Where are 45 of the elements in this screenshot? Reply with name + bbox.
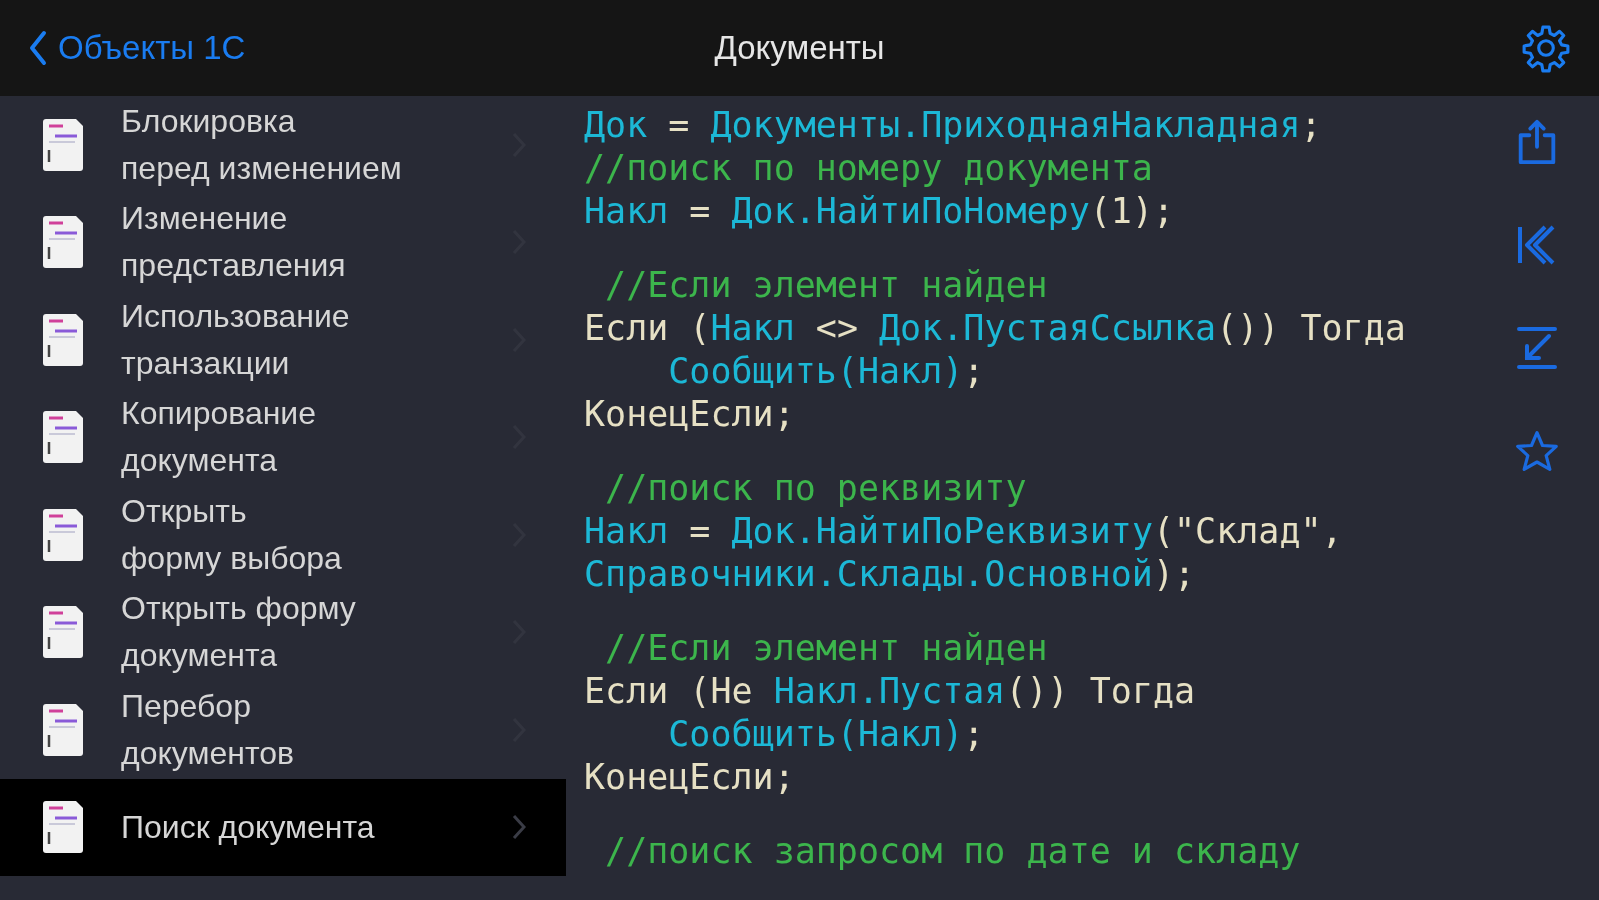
sidebar-item[interactable]: Копирование документа xyxy=(0,388,566,486)
item-label: Перебор документов xyxy=(121,686,295,773)
code-line: //Если элемент найден xyxy=(604,627,1048,670)
code-file-icon xyxy=(40,410,86,465)
item-label: Открыть форму документа xyxy=(121,589,356,676)
code-file-icon xyxy=(40,507,86,562)
sidebar-item[interactable]: Изменение представления xyxy=(0,193,566,291)
code-file-icon xyxy=(40,215,86,270)
download-icon[interactable] xyxy=(1514,324,1559,372)
code-file-icon xyxy=(40,117,86,172)
code-line: Накл = Док.НайтиПоРеквизиту("Склад", xyxy=(584,510,1343,553)
item-label: Открыть форму выбора xyxy=(121,491,342,578)
item-label: Поиск документа xyxy=(121,807,375,847)
code-file-icon xyxy=(40,800,86,855)
code-line: Если (Не Накл.Пустая()) Тогда xyxy=(584,670,1196,713)
code-line: КонецЕсли; xyxy=(584,393,795,436)
settings-icon[interactable] xyxy=(1521,23,1571,73)
chevron-icon xyxy=(512,814,526,841)
back-chevron-icon[interactable] xyxy=(28,30,48,66)
back-link[interactable]: Объекты 1С xyxy=(28,29,246,67)
code-line: Накл = Док.НайтиПоНомеру(1); xyxy=(584,190,1175,233)
item-label: Блокировка перед изменением xyxy=(121,101,402,188)
item-label: Изменение представления xyxy=(121,199,346,286)
sidebar-item[interactable]: Открыть форму документа xyxy=(0,583,566,681)
code-line: //Если элемент найден xyxy=(604,264,1048,307)
code-line: Сообщить(Накл); xyxy=(667,350,985,393)
code-line: Док = Документы.ПриходнаяНакладная; xyxy=(584,104,1322,147)
sidebar-item[interactable]: Блокировка перед изменением xyxy=(0,96,566,194)
sidebar-item[interactable]: Использование транзакции xyxy=(0,291,566,389)
code-file-icon xyxy=(40,312,86,367)
sidebar-item[interactable]: Перебор документов xyxy=(0,681,566,779)
code-line: КонецЕсли; xyxy=(584,756,795,799)
code-line: Сообщить(Накл); xyxy=(667,713,985,756)
code-line: //поиск запросом по дате и складу xyxy=(604,830,1301,873)
code-line: //поиск по номеру документа xyxy=(584,147,1153,190)
item-label: Использование транзакции xyxy=(121,296,350,383)
screen-title: Документы xyxy=(714,29,885,67)
sidebar-item[interactable]: Поиск документа xyxy=(0,778,566,876)
code-file-icon xyxy=(40,702,86,757)
code-line: //поиск по реквизиту xyxy=(604,467,1027,510)
code-file-icon xyxy=(40,605,86,660)
item-label: Копирование документа xyxy=(121,394,316,481)
sidebar-item[interactable]: Открыть форму выбора xyxy=(0,486,566,584)
code-line: Если (Накл <> Док.ПустаяСсылка()) Тогда xyxy=(584,307,1406,350)
code-line: Справочники.Склады.Основной); xyxy=(584,553,1196,596)
